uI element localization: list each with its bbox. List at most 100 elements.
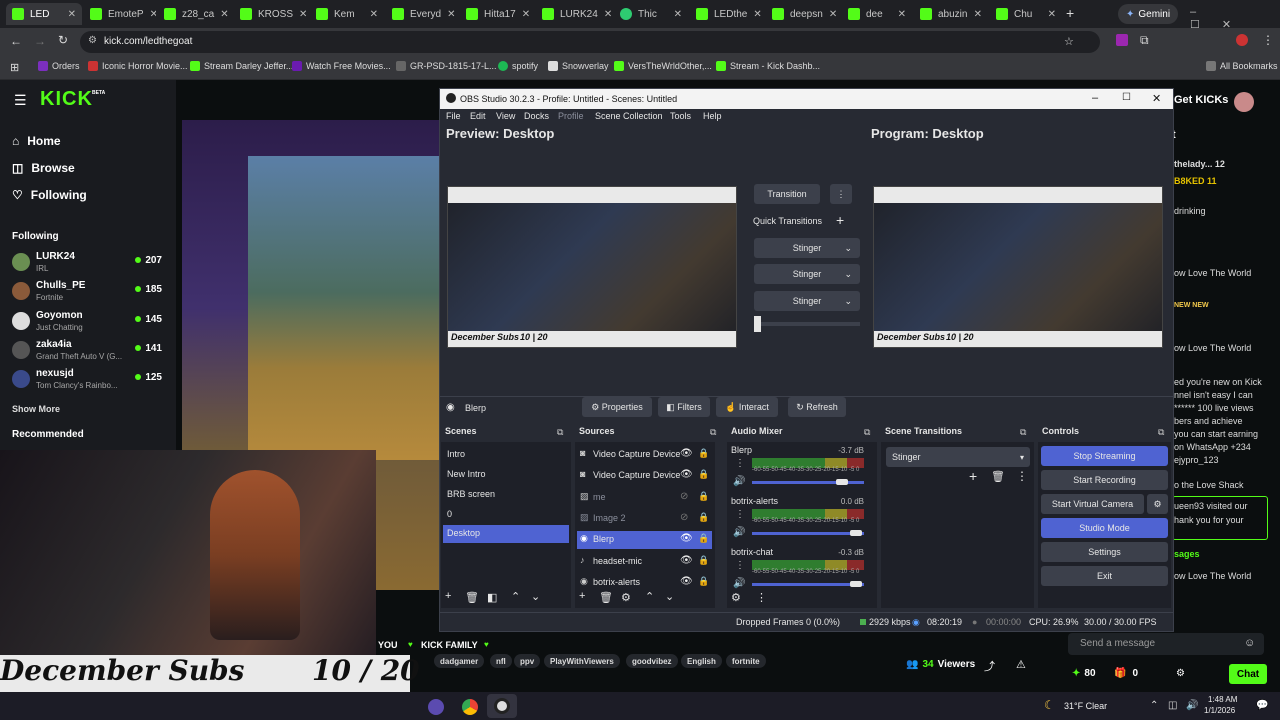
lock-icon[interactable]: 🔒 bbox=[698, 448, 709, 459]
chrome-icon[interactable] bbox=[462, 699, 478, 715]
move-down-icon[interactable]: ⌄ bbox=[665, 590, 674, 603]
scene-filters-icon[interactable]: ◧ bbox=[487, 591, 497, 604]
lock-icon[interactable]: 🔒 bbox=[698, 491, 709, 502]
nav-browse[interactable]: ◫ Browse bbox=[12, 161, 75, 175]
close-icon[interactable]: ✕ bbox=[220, 9, 228, 20]
menu-kebab-icon[interactable]: ⋮ bbox=[1262, 33, 1274, 47]
site-info-icon[interactable]: ⚙ bbox=[88, 35, 97, 46]
mixer-volume-knob[interactable] bbox=[850, 530, 863, 536]
scene-item-selected[interactable]: Desktop bbox=[443, 525, 569, 543]
browser-tab[interactable]: dee ✕ bbox=[842, 3, 912, 25]
extensions-puzzle-icon[interactable]: ⧉ bbox=[1140, 33, 1149, 48]
close-icon[interactable]: ✕ bbox=[974, 9, 982, 20]
lock-icon[interactable]: 🔒 bbox=[698, 555, 709, 566]
lock-icon[interactable]: 🔒 bbox=[698, 469, 709, 480]
stream-tag[interactable]: English bbox=[681, 654, 722, 668]
send-message-input[interactable]: Send a message ☺ bbox=[1068, 633, 1264, 655]
dock-popout-icon[interactable]: ⧉ bbox=[1020, 427, 1026, 438]
hamburger-menu-icon[interactable]: ☰ bbox=[14, 92, 27, 109]
bookmark-item[interactable]: Watch Free Movies... bbox=[292, 61, 391, 71]
following-channel[interactable]: zaka4ia Grand Theft Auto V (G... 141 bbox=[12, 337, 162, 365]
get-kicks-button[interactable]: Get KICKs bbox=[1174, 94, 1228, 106]
visibility-eye-icon[interactable]: 👁 bbox=[680, 469, 693, 480]
browser-tab[interactable]: abuzin ✕ bbox=[914, 3, 988, 25]
move-up-icon[interactable]: ⌃ bbox=[645, 590, 654, 603]
mixer-volume-knob[interactable] bbox=[850, 581, 863, 587]
stinger-button[interactable]: Stinger ⌄ bbox=[754, 291, 860, 311]
remove-source-icon[interactable]: 🗑 bbox=[599, 591, 613, 604]
close-icon[interactable]: ✕ bbox=[68, 9, 76, 20]
notification-icon[interactable]: 💬 bbox=[1256, 700, 1268, 711]
source-item[interactable]: Image 2 bbox=[577, 510, 712, 528]
close-icon[interactable]: ✕ bbox=[604, 9, 612, 20]
chat-settings-icon[interactable]: ⚙ bbox=[1176, 668, 1185, 679]
menu-tools[interactable]: Tools bbox=[670, 111, 691, 121]
browser-tab[interactable]: Everyd ✕ bbox=[386, 3, 458, 25]
stinger-button[interactable]: Stinger ⌄ bbox=[754, 238, 860, 258]
close-icon[interactable]: ✕ bbox=[522, 9, 530, 20]
add-source-icon[interactable]: + bbox=[579, 590, 585, 602]
tray-chevron-icon[interactable]: ⌃ bbox=[1150, 700, 1158, 711]
emote-icon[interactable]: ☺ bbox=[1244, 637, 1255, 649]
maximize-icon[interactable]: ☐ bbox=[1122, 92, 1131, 103]
properties-button[interactable]: ⚙ Properties bbox=[582, 397, 652, 417]
mixer-volume-slider[interactable] bbox=[752, 583, 864, 586]
menu-docks[interactable]: Docks bbox=[524, 111, 549, 121]
clock-time[interactable]: 1:48 AM bbox=[1208, 695, 1237, 704]
clock-date[interactable]: 1/1/2026 bbox=[1204, 706, 1235, 715]
browser-tab[interactable]: Kem ✕ bbox=[310, 3, 384, 25]
nav-home[interactable]: ⌂ Home bbox=[12, 134, 61, 148]
transition-menu-icon[interactable]: ⋮ bbox=[1016, 469, 1028, 483]
transition-menu-icon[interactable]: ⋮ bbox=[830, 184, 852, 204]
refresh-button[interactable]: ↻ Refresh bbox=[788, 397, 846, 417]
stream-tag[interactable]: fortnite bbox=[726, 654, 766, 668]
mixer-settings-icon[interactable]: ⚙ bbox=[731, 591, 741, 604]
scene-item[interactable]: BRB screen bbox=[443, 486, 569, 504]
nav-following[interactable]: ♡ Following bbox=[12, 188, 87, 202]
t-bar-track[interactable] bbox=[754, 322, 860, 326]
gemini-button[interactable]: ✦ Gemini bbox=[1118, 4, 1179, 24]
menu-help[interactable]: Help bbox=[703, 111, 722, 121]
menu-scene-collection[interactable]: Scene Collection bbox=[595, 111, 663, 121]
report-icon[interactable]: ⚠ bbox=[1016, 658, 1026, 671]
mixer-menu-icon[interactable]: ⋮ bbox=[735, 560, 745, 571]
close-icon[interactable]: ✕ bbox=[370, 9, 378, 20]
bookmark-item[interactable]: VersTheWrldOther,... bbox=[614, 61, 712, 71]
speaker-icon[interactable]: 🔊 bbox=[733, 476, 745, 487]
new-tab-icon[interactable]: + bbox=[1066, 5, 1074, 21]
taskbar-app-icon[interactable] bbox=[428, 699, 444, 715]
kick-logo[interactable]: KICK bbox=[40, 88, 93, 111]
start-recording-button[interactable]: Start Recording bbox=[1041, 470, 1168, 490]
scene-item[interactable]: 0 bbox=[443, 506, 569, 524]
stream-tag[interactable]: goodvibez bbox=[626, 654, 678, 668]
bookmark-item[interactable]: GR-PSD-1815-17-L... bbox=[396, 61, 497, 71]
following-channel[interactable]: Chulls_PE Fortnite 185 bbox=[12, 278, 162, 306]
source-item[interactable]: me bbox=[577, 489, 712, 507]
chat-send-button[interactable]: Chat bbox=[1229, 664, 1267, 684]
show-more-link[interactable]: Show More bbox=[12, 404, 60, 414]
lock-icon[interactable]: 🔒 bbox=[698, 533, 709, 544]
move-down-icon[interactable]: ⌄ bbox=[531, 590, 540, 603]
forward-icon[interactable]: → bbox=[34, 34, 46, 48]
gift-count[interactable]: 🎁 0 bbox=[1114, 668, 1138, 679]
bookmark-item[interactable]: Orders bbox=[38, 61, 80, 71]
filters-button[interactable]: ◧ Filters bbox=[658, 397, 710, 417]
weather-text[interactable]: 31°F Clear bbox=[1064, 701, 1107, 711]
browser-tab[interactable]: Hitta17 ✕ bbox=[460, 3, 534, 25]
settings-button[interactable]: Settings bbox=[1041, 542, 1168, 562]
back-icon[interactable]: ← bbox=[10, 34, 22, 48]
source-settings-icon[interactable]: ⚙ bbox=[621, 591, 631, 604]
mixer-volume-knob[interactable] bbox=[835, 479, 848, 485]
lock-icon[interactable]: 🔒 bbox=[698, 512, 709, 523]
browser-tab[interactable]: LURK24 ✕ bbox=[536, 3, 612, 25]
move-up-icon[interactable]: ⌃ bbox=[511, 590, 520, 603]
extension-icon[interactable] bbox=[1116, 34, 1128, 46]
volume-icon[interactable]: 🔊 bbox=[1186, 700, 1198, 711]
bookmark-item[interactable]: Stream - Kick Dashb... bbox=[716, 61, 820, 71]
t-bar-handle[interactable] bbox=[754, 316, 761, 332]
following-channel[interactable]: nexusjd Tom Clancy's Rainbo... 125 bbox=[12, 366, 162, 394]
stream-tag[interactable]: nfl bbox=[490, 654, 512, 668]
transition-button[interactable]: Transition bbox=[754, 184, 820, 204]
speaker-icon[interactable]: 🔊 bbox=[733, 578, 745, 589]
network-icon[interactable]: ◫ bbox=[1168, 700, 1177, 711]
